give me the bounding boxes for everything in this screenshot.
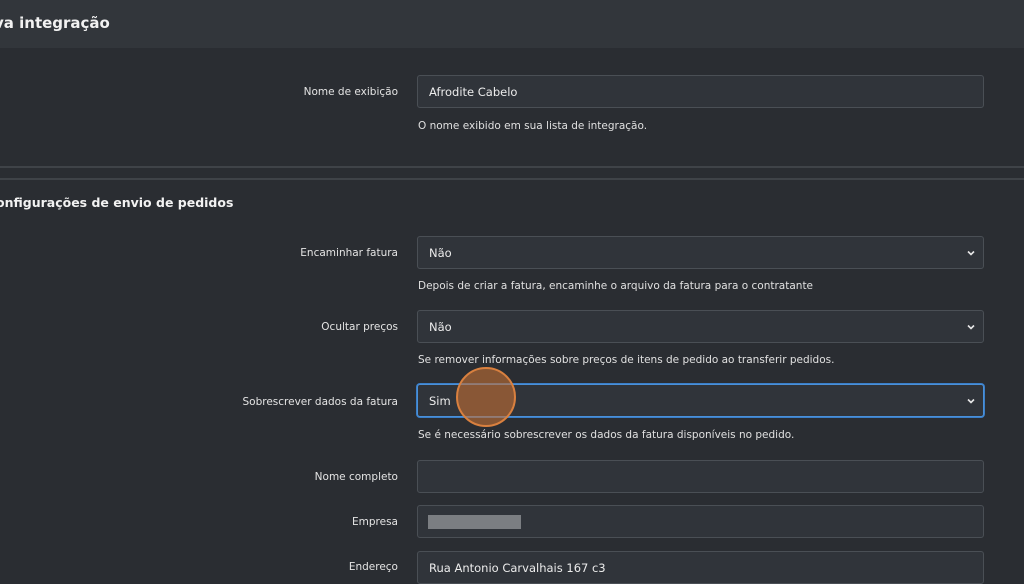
company-input[interactable] [417, 505, 984, 538]
overwrite-invoice-help: Se é necessário sobrescrever os dados da… [418, 429, 795, 441]
chevron-down-icon [967, 250, 975, 256]
cursor-highlight [456, 367, 516, 427]
forward-invoice-value: Não [429, 246, 452, 260]
page-header: va integração [0, 0, 1024, 48]
address-label: Endereço [348, 561, 398, 573]
company-label: Empresa [352, 516, 398, 528]
hide-prices-help: Se remover informações sobre preços de i… [418, 354, 835, 366]
hide-prices-value: Não [429, 320, 452, 334]
display-name-help: O nome exibido em sua lista de integraçã… [418, 120, 648, 132]
display-name-input[interactable]: Afrodite Cabelo [417, 75, 984, 108]
section-divider-bottom [0, 178, 1024, 180]
section-title: onfigurações de envio de pedidos [0, 195, 234, 210]
page-title: va integração [0, 14, 110, 32]
full-name-input[interactable] [417, 460, 984, 493]
forward-invoice-help: Depois de criar a fatura, encaminhe o ar… [418, 280, 814, 292]
address-value: Rua Antonio Carvalhais 167 c3 [429, 561, 606, 575]
address-input[interactable]: Rua Antonio Carvalhais 167 c3 [417, 551, 984, 584]
full-name-label: Nome completo [314, 471, 398, 483]
overwrite-invoice-value: Sim [429, 394, 451, 408]
display-name-label: Nome de exibição [303, 86, 398, 98]
chevron-down-icon [967, 324, 975, 330]
display-name-value: Afrodite Cabelo [429, 85, 518, 99]
forward-invoice-select[interactable]: Não [417, 236, 984, 269]
forward-invoice-label: Encaminhar fatura [300, 247, 398, 259]
overwrite-invoice-label: Sobrescrever dados da fatura [242, 396, 398, 408]
hide-prices-select[interactable]: Não [417, 310, 984, 343]
section-header: onfigurações de envio de pedidos [0, 181, 1024, 225]
redacted-value [428, 515, 521, 529]
chevron-down-icon [967, 398, 975, 404]
section-divider-top [0, 166, 1024, 168]
hide-prices-label: Ocultar preços [321, 321, 398, 333]
